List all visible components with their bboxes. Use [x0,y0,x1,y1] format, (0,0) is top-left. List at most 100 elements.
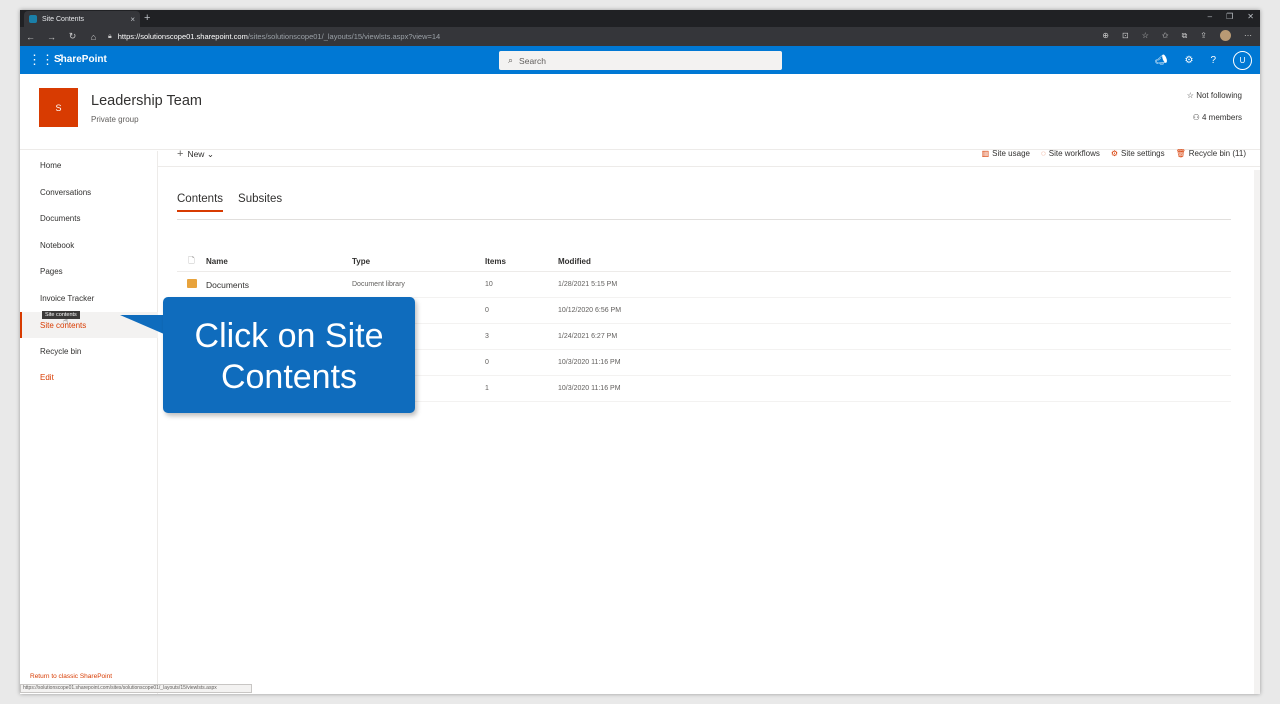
favorites-icon[interactable]: ✩ [1162,31,1169,40]
members-button[interactable]: ⚇ 4 members [1193,113,1242,122]
mouse-cursor-icon: ☝︎ [63,316,69,326]
row-modified: 1/24/2021 6:27 PM [558,333,618,340]
sharepoint-favicon-icon [29,15,37,23]
pivot-divider [177,219,1231,220]
row-items: 3 [485,333,489,340]
forward-icon[interactable]: → [41,32,62,42]
home-icon[interactable]: ⌂ [83,32,104,42]
trash-icon: 🗑︎ [1175,149,1186,158]
refresh-icon[interactable]: ↻ [62,31,83,42]
browser-toolbar: ⊕ ⊡ ☆ ✩ ⧉ ⇪ ⋯ [1102,30,1252,41]
callout-pointer [120,315,164,334]
collections-icon[interactable]: ⧉ [1182,31,1188,41]
vertical-scrollbar[interactable] [1254,170,1260,694]
new-label: New [187,149,205,159]
list-header: 🗋︎ Name Type Items Modified [177,252,1231,272]
person-icon: ⚇ [1192,113,1202,122]
table-row[interactable]: Documents Document library 10 1/28/2021 … [177,272,1231,298]
close-window-icon[interactable]: ✕ [1247,12,1254,21]
row-modified: 1/28/2021 5:15 PM [558,281,618,288]
nav-item-invoice-tracker[interactable]: Invoice Tracker [20,285,158,311]
nav-item-pages[interactable]: Pages [20,258,158,284]
minimize-icon[interactable]: – [1208,12,1212,21]
recycle-bin-button[interactable]: 🗑︎ Recycle bin (11) [1176,149,1246,158]
tab-subsites[interactable]: Subsites [238,193,282,212]
command-bar-actions: ▥ Site usage ◌ Site workflows ⚙ Site settin… [982,149,1246,158]
plus-icon: + [177,148,184,160]
file-type-icon[interactable]: 🗋︎ [177,255,206,269]
site-privacy: Private group [91,115,139,124]
megaphone-icon[interactable]: 📣︎ [1155,55,1168,66]
favorite-star-icon[interactable]: ☆ [1142,31,1149,40]
url-field[interactable]: 🔒︎ https://solutionscope01.sharepoint.co… [108,32,440,41]
row-modified: 10/3/2020 11:16 PM [558,385,621,392]
star-icon: ☆ [1186,91,1197,100]
reading-view-icon[interactable]: ⊡ [1122,31,1129,40]
column-items[interactable]: Items [485,257,558,266]
nav-item-recycle-bin[interactable]: Recycle bin [20,338,158,364]
site-usage-button[interactable]: ▥ Site usage [982,149,1030,158]
close-tab-icon[interactable]: × [130,15,135,24]
row-items: 0 [485,307,489,314]
search-input[interactable]: ⌕ Search [499,51,782,70]
tab-title: Site Contents [42,15,85,23]
avatar[interactable]: U [1233,51,1252,70]
url-path: /sites/solutionscope01/_layouts/15/viewl… [247,32,441,41]
instruction-callout: Click on Site Contents [163,297,415,413]
left-navigation: Home Conversations Documents Notebook Pa… [20,151,158,694]
nav-edit-link[interactable]: Edit [20,364,158,390]
zoom-icon[interactable]: ⊕ [1102,31,1109,40]
search-placeholder: Search [519,55,546,66]
browser-tab-bar: Site Contents × + – ❐ ✕ [20,10,1260,27]
chevron-down-icon: ⌄ [206,149,214,159]
restore-icon[interactable]: ❐ [1226,12,1233,21]
tab-contents[interactable]: Contents [177,193,224,212]
callout-text: Click on Site Contents [194,316,384,396]
chart-icon: ▥ [981,149,990,158]
window-controls: – ❐ ✕ [1208,12,1254,21]
suite-actions: 📣︎ ⚙ ? U [1155,51,1252,70]
site-settings-button[interactable]: ⚙ Site settings [1111,149,1165,158]
row-type: Document library [352,281,405,288]
row-items: 0 [485,359,489,366]
url-host: https://solutionscope01.sharepoint.com [117,32,248,41]
column-modified[interactable]: Modified [558,257,718,266]
site-workflows-button[interactable]: ◌ Site workflows [1041,149,1100,158]
search-icon: ⌕ [508,55,514,65]
settings-icon: ⚙ [1110,149,1119,158]
members-label: 4 members [1201,113,1242,122]
browser-tab[interactable]: Site Contents × [24,11,140,27]
follow-button[interactable]: ☆ Not following [1187,91,1242,100]
row-items: 10 [485,281,493,288]
site-usage-label: Site usage [992,149,1030,158]
row-name[interactable]: Documents [206,280,352,290]
row-modified: 10/12/2020 6:56 PM [558,307,622,314]
site-contents-tooltip: Site contents [42,311,80,319]
brand-name[interactable]: SharePoint [54,54,107,65]
column-type[interactable]: Type [352,257,485,266]
back-icon[interactable]: ← [20,32,41,42]
site-logo[interactable]: S [39,88,78,127]
column-name[interactable]: Name [206,257,352,266]
site-title[interactable]: Leadership Team [91,93,202,109]
site-header: S Leadership Team Private group ☆ Not fo… [20,74,1260,150]
new-button[interactable]: + New ⌄ [177,148,214,160]
row-items: 1 [485,385,489,392]
address-bar: ← → ↻ ⌂ 🔒︎ https://solutionscope01.share… [20,27,1260,46]
nav-item-documents[interactable]: Documents [20,205,158,231]
return-classic-link[interactable]: Return to classic SharePoint [30,673,112,680]
profile-avatar-icon[interactable] [1220,30,1231,41]
help-icon[interactable]: ? [1210,55,1216,66]
share-icon[interactable]: ⇪ [1200,31,1207,40]
new-tab-button[interactable]: + [144,12,150,24]
recycle-bin-label: Recycle bin (11) [1188,149,1246,158]
nav-item-notebook[interactable]: Notebook [20,232,158,258]
nav-item-home[interactable]: Home [20,152,158,178]
site-workflows-label: Site workflows [1048,149,1100,158]
workflow-icon: ◌ [1040,149,1046,158]
nav-item-conversations[interactable]: Conversations [20,179,158,205]
gear-icon[interactable]: ⚙ [1184,55,1193,66]
more-options-icon[interactable]: ⋯ [1244,31,1252,40]
site-settings-label: Site settings [1121,149,1165,158]
document-library-icon [186,279,197,288]
